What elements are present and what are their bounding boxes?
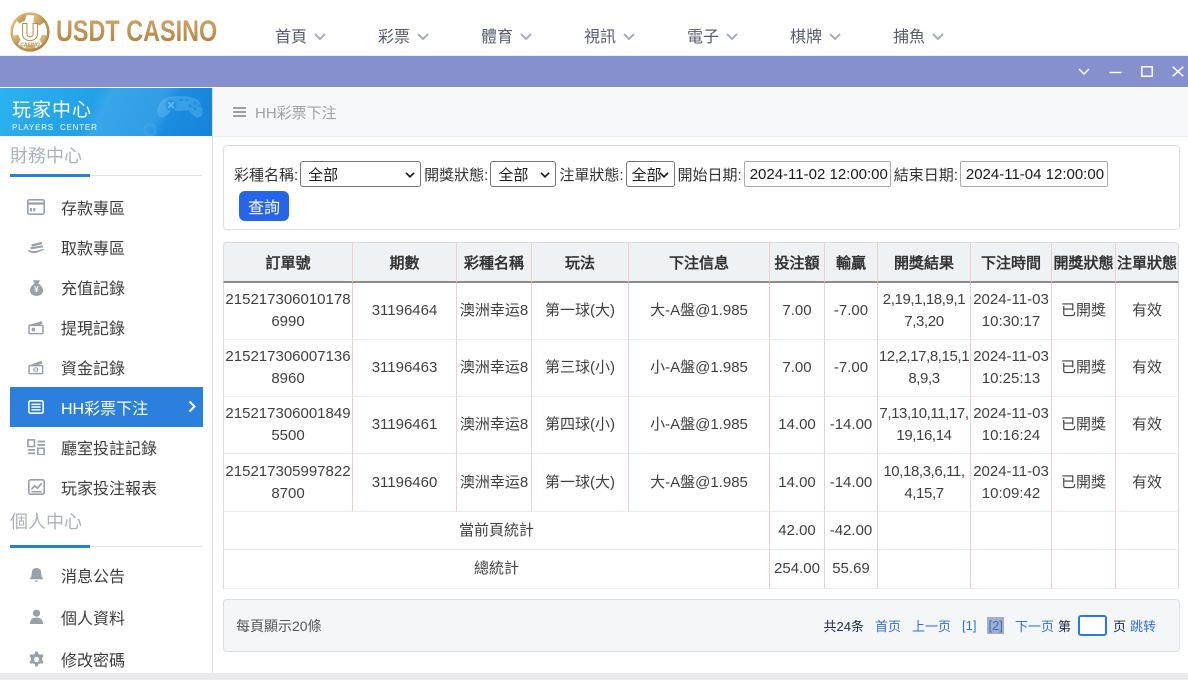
svg-text:CASINO: CASINO: [20, 43, 40, 49]
svg-text:¥: ¥: [34, 284, 39, 294]
svg-text:$: $: [34, 367, 37, 373]
svg-text:U: U: [22, 19, 39, 45]
